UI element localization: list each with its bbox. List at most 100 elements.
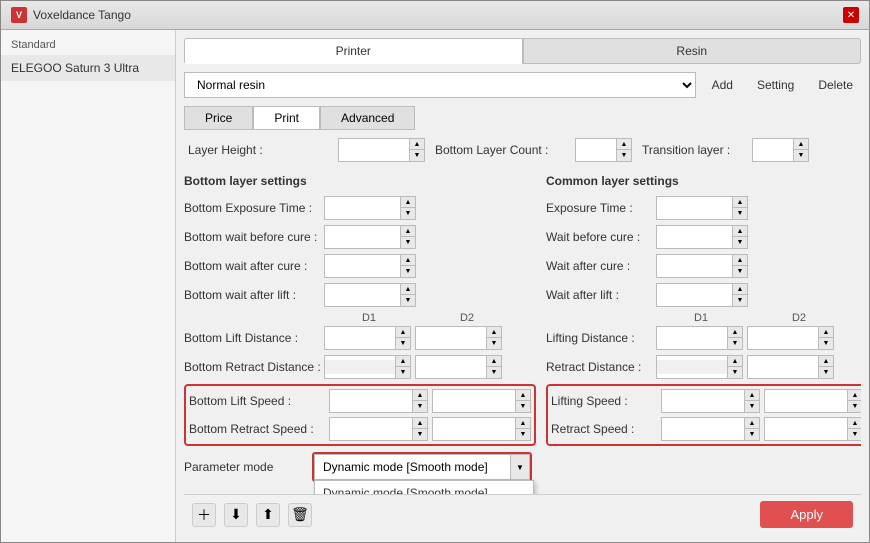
common-retract-dist-d2-field[interactable]: 1,500 mm: [748, 360, 818, 374]
resin-select[interactable]: Normal resin: [184, 72, 696, 98]
delete-resin-button[interactable]: Delete: [810, 76, 861, 94]
common-wait-after-field[interactable]: 0,00 s: [657, 259, 732, 273]
close-button[interactable]: ✕: [843, 7, 859, 23]
c-exp-down[interactable]: ▼: [733, 208, 747, 219]
c-ld2-up[interactable]: ▲: [819, 327, 833, 338]
common-wait-lift-field[interactable]: 0,00 s: [657, 288, 732, 302]
common-lift-dist-d1-field[interactable]: 3,000 mm: [657, 331, 727, 345]
c-ls1-up[interactable]: ▲: [745, 390, 759, 401]
sub-tab-advanced[interactable]: Advanced: [320, 106, 415, 130]
common-lift-speed-d2-input[interactable]: 320,000 mm/min ▲▼: [764, 389, 861, 413]
common-lift-dist-d2-field[interactable]: 4,000 mm: [748, 331, 818, 345]
b-rd2-down[interactable]: ▼: [487, 367, 501, 378]
bottom-retract-speed-d2-field[interactable]: 90,000 mm/min: [433, 422, 515, 436]
sub-tab-print[interactable]: Print: [253, 106, 320, 130]
transition-down[interactable]: ▼: [794, 150, 808, 161]
bottom-wait-lift-input[interactable]: 0,00 s ▲▼: [324, 283, 416, 307]
bottom-retract-dist-d2-input[interactable]: 1,500 mm ▲▼: [415, 355, 502, 379]
b-ld2-up[interactable]: ▲: [487, 327, 501, 338]
transition-layer-field[interactable]: 0: [753, 143, 793, 157]
b-ld1-up[interactable]: ▲: [396, 327, 410, 338]
b-wb-down[interactable]: ▼: [401, 237, 415, 248]
b-rd1-up[interactable]: ▲: [396, 356, 410, 367]
export-button[interactable]: ⬆: [256, 503, 280, 527]
bottom-lift-speed-d1-input[interactable]: 90,000 mm/min ▲▼: [329, 389, 428, 413]
bottom-retract-speed-d1-input[interactable]: 320,000 mm/min ▲▼: [329, 417, 428, 441]
b-wa-down[interactable]: ▼: [401, 266, 415, 277]
b-ls2-up[interactable]: ▲: [516, 390, 530, 401]
bottom-exposure-input[interactable]: 30,00 s ▲▼: [324, 196, 416, 220]
c-rd2-down[interactable]: ▼: [819, 367, 833, 378]
bottom-wait-lift-field[interactable]: 0,00 s: [325, 288, 400, 302]
common-exposure-input[interactable]: 2,50 s ▲▼: [656, 196, 748, 220]
common-retract-dist-d2-input[interactable]: 1,500 mm ▲▼: [747, 355, 834, 379]
b-exp-up[interactable]: ▲: [401, 197, 415, 208]
bottom-wait-after-input[interactable]: 0,00 s ▲▼: [324, 254, 416, 278]
c-wb-up[interactable]: ▲: [733, 226, 747, 237]
b-wl-down[interactable]: ▼: [401, 295, 415, 306]
add-profile-button[interactable]: ＋: [192, 503, 216, 527]
common-retract-dist-d1-input[interactable]: 5,450 mm ▲▼: [656, 355, 743, 379]
common-lift-dist-d1-input[interactable]: 3,000 mm ▲▼: [656, 326, 743, 350]
common-wait-before-input[interactable]: 1,00 s ▲▼: [656, 225, 748, 249]
common-lift-speed-d1-input[interactable]: 90,000 mm/min ▲▼: [661, 389, 760, 413]
c-rd2-up[interactable]: ▲: [819, 356, 833, 367]
b-rs2-down[interactable]: ▼: [516, 429, 530, 440]
bottom-retract-dist-d1-input[interactable]: 5,450 mm ▲▼: [324, 355, 411, 379]
c-ls1-down[interactable]: ▼: [745, 401, 759, 412]
bottom-lift-dist-d1-field[interactable]: 3,000 mm: [325, 331, 395, 345]
c-ls2-down[interactable]: ▼: [848, 401, 861, 412]
count-up[interactable]: ▲: [617, 139, 631, 150]
transition-layer-input[interactable]: 0 ▲ ▼: [752, 138, 809, 162]
b-rd1-down[interactable]: ▼: [396, 367, 410, 378]
common-lift-dist-d2-input[interactable]: 4,000 mm ▲▼: [747, 326, 834, 350]
tab-printer[interactable]: Printer: [184, 38, 523, 64]
common-retract-speed-d2-field[interactable]: 90,000 mm/min: [765, 422, 847, 436]
b-wl-up[interactable]: ▲: [401, 284, 415, 295]
c-ld1-up[interactable]: ▲: [728, 327, 742, 338]
common-lift-speed-d1-field[interactable]: 90,000 mm/min: [662, 394, 744, 408]
bottom-lift-dist-d1-input[interactable]: 3,000 mm ▲▼: [324, 326, 411, 350]
dropdown-arrow[interactable]: ▼: [510, 454, 530, 480]
b-ls1-up[interactable]: ▲: [413, 390, 427, 401]
b-wa-up[interactable]: ▲: [401, 255, 415, 266]
layer-height-input[interactable]: 0,050 mm ▲ ▼: [338, 138, 425, 162]
b-ld1-down[interactable]: ▼: [396, 338, 410, 349]
import-button[interactable]: ⬇: [224, 503, 248, 527]
layer-height-up[interactable]: ▲: [410, 139, 424, 150]
parameter-mode-dropdown[interactable]: Dynamic mode [Smooth mode] ▼ Dynamic mod…: [312, 452, 532, 482]
common-wait-after-input[interactable]: 0,00 s ▲▼: [656, 254, 748, 278]
c-exp-up[interactable]: ▲: [733, 197, 747, 208]
b-ls2-down[interactable]: ▼: [516, 401, 530, 412]
add-resin-button[interactable]: Add: [704, 76, 741, 94]
dropdown-item-0[interactable]: Dynamic mode [Smooth mode]: [315, 481, 533, 494]
bottom-wait-before-input[interactable]: 1,00 s ▲▼: [324, 225, 416, 249]
common-wait-before-field[interactable]: 1,00 s: [657, 230, 732, 244]
bottom-exposure-field[interactable]: 30,00 s: [325, 201, 400, 215]
common-lift-speed-d2-field[interactable]: 320,000 mm/min: [765, 394, 847, 408]
bottom-lift-speed-d1-field[interactable]: 90,000 mm/min: [330, 394, 412, 408]
transition-up[interactable]: ▲: [794, 139, 808, 150]
count-down[interactable]: ▼: [617, 150, 631, 161]
bottom-retract-dist-d2-field[interactable]: 1,500 mm: [416, 360, 486, 374]
dropdown-selected-value[interactable]: Dynamic mode [Smooth mode]: [314, 454, 510, 480]
layer-height-field[interactable]: 0,050 mm: [339, 143, 409, 157]
common-retract-speed-d1-input[interactable]: 320,000 mm/min ▲▼: [661, 417, 760, 441]
bottom-wait-after-field[interactable]: 0,00 s: [325, 259, 400, 273]
common-retract-dist-d1-field[interactable]: 5,450 mm: [657, 360, 727, 374]
apply-button[interactable]: Apply: [760, 501, 853, 528]
bottom-wait-before-field[interactable]: 1,00 s: [325, 230, 400, 244]
c-rd1-up[interactable]: ▲: [728, 356, 742, 367]
b-rs1-down[interactable]: ▼: [413, 429, 427, 440]
bottom-retract-dist-d1-field[interactable]: 5,450 mm: [325, 360, 395, 374]
b-rs2-up[interactable]: ▲: [516, 418, 530, 429]
bottom-retract-speed-d1-field[interactable]: 320,000 mm/min: [330, 422, 412, 436]
c-ld2-down[interactable]: ▼: [819, 338, 833, 349]
c-rs1-down[interactable]: ▼: [745, 429, 759, 440]
bottom-retract-speed-d2-input[interactable]: 90,000 mm/min ▲▼: [432, 417, 531, 441]
b-ld2-down[interactable]: ▼: [487, 338, 501, 349]
c-ld1-down[interactable]: ▼: [728, 338, 742, 349]
sidebar-item-elegoo[interactable]: ELEGOO Saturn 3 Ultra: [1, 55, 175, 81]
c-wb-down[interactable]: ▼: [733, 237, 747, 248]
c-wa-down[interactable]: ▼: [733, 266, 747, 277]
